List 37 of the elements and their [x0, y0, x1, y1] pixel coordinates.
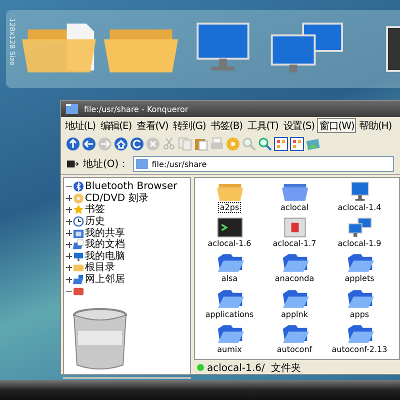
menu-item[interactable]: 地址(L): [63, 118, 98, 133]
menu-item[interactable]: 编辑(E): [98, 118, 134, 133]
file-name[interactable]: applets: [342, 273, 376, 284]
menu-item[interactable]: 书签(B): [208, 118, 244, 133]
tree-item[interactable]: 网上邻居: [85, 274, 125, 286]
file-name[interactable]: applications: [203, 308, 256, 320]
menu-item[interactable]: 设置(S): [281, 118, 316, 133]
file-name[interactable]: aumix: [215, 344, 244, 355]
status-text: aclocal-1.6/ 文件夹: [207, 362, 302, 374]
file-name[interactable]: aclocal-1.6: [206, 238, 254, 248]
tree-item[interactable]: CD/DVD 刻录: [85, 192, 148, 204]
location-label: 地址(O)：: [83, 158, 129, 171]
tree-item[interactable]: 我的共享: [85, 228, 125, 239]
menu-item[interactable]: 帮助(H): [357, 118, 394, 133]
tree-item[interactable]: 我的电脑: [85, 250, 125, 262]
tree-item[interactable]: 历史: [85, 216, 105, 228]
file-name[interactable]: applnk: [279, 308, 310, 320]
file-name[interactable]: anaconda: [272, 273, 316, 284]
file-name[interactable]: apps: [348, 308, 372, 320]
file-name[interactable]: autoconf-2.13: [330, 344, 390, 355]
window-title: file:/usr/share - Konqueror: [84, 104, 188, 114]
file-name[interactable]: aclocal-1.4: [336, 202, 384, 213]
menu-item[interactable]: 窗口(W): [317, 118, 356, 133]
file-name[interactable]: a2ps: [218, 202, 242, 213]
menu-item[interactable]: 查看(V): [134, 118, 170, 133]
file-name[interactable]: aclocal-1.7: [270, 238, 318, 248]
file-name[interactable]: alsa: [219, 273, 240, 284]
file-name[interactable]: autoconf: [274, 344, 314, 355]
tree-item[interactable]: 我的文档: [85, 239, 125, 250]
tree-item[interactable]: 根目录: [85, 262, 115, 274]
tree-item[interactable]: 书签: [85, 204, 105, 216]
menu-item[interactable]: 转到(G): [171, 118, 208, 133]
location-field[interactable]: file:/usr/share: [132, 156, 394, 172]
file-name[interactable]: aclocal-1.9: [336, 238, 384, 248]
file-name[interactable]: aclocal: [278, 202, 310, 213]
tree-item[interactable]: Bluetooth Browser: [85, 181, 178, 192]
menu-item[interactable]: 工具(T): [245, 118, 280, 133]
